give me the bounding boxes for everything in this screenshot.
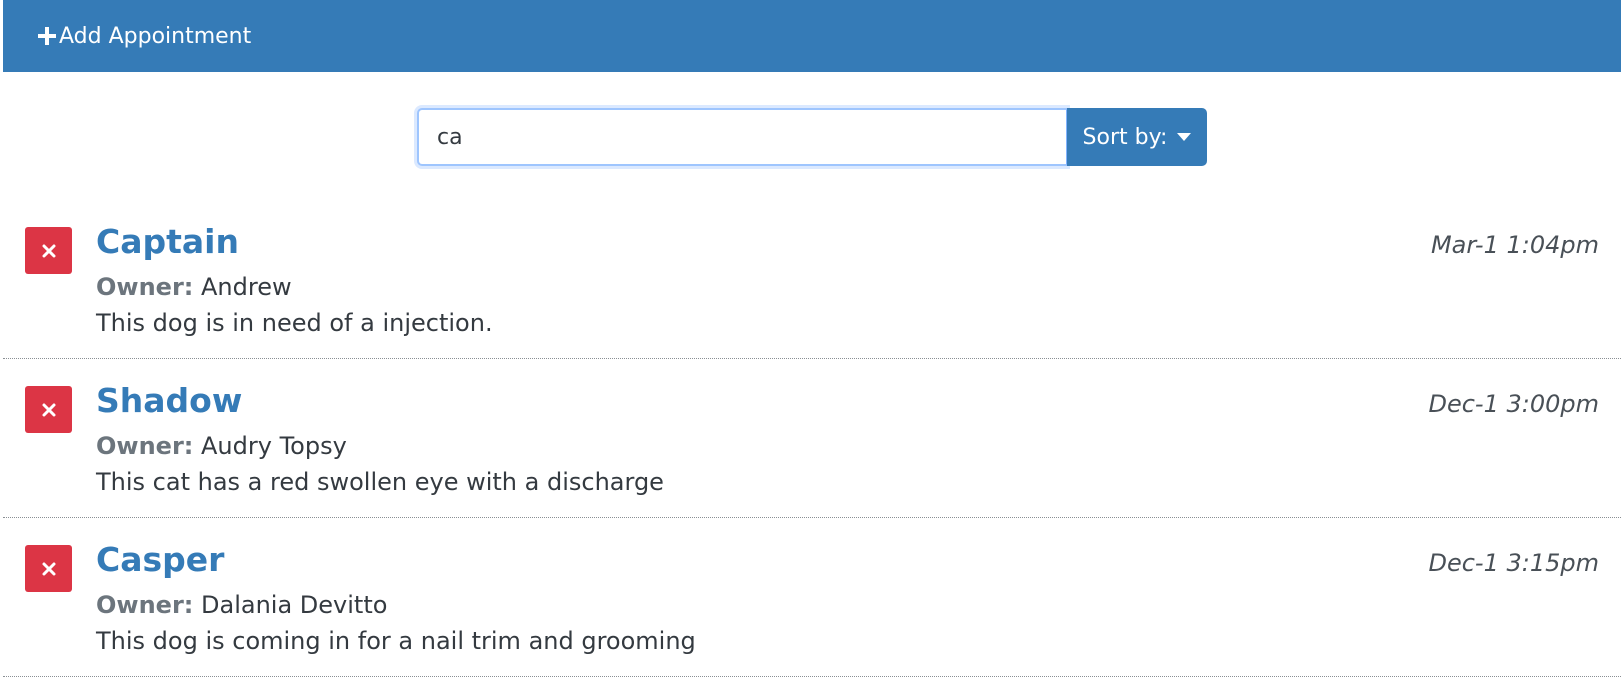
search-sort-group: Sort by: [417, 108, 1207, 166]
times-icon [42, 244, 55, 257]
add-appointment-label: Add Appointment [59, 23, 252, 49]
times-icon [42, 403, 55, 416]
delete-appointment-button[interactable] [25, 545, 72, 592]
owner-label: Owner: [96, 591, 194, 619]
owner-name: Dalania Devitto [201, 591, 388, 619]
pet-name[interactable]: Casper [96, 540, 224, 580]
sort-by-button[interactable]: Sort by: [1067, 108, 1207, 166]
delete-appointment-button[interactable] [25, 386, 72, 433]
owner-line: Owner: Dalania Devitto [96, 590, 387, 620]
appointment-notes: This cat has a red swollen eye with a di… [96, 468, 664, 496]
plus-icon [37, 26, 57, 46]
appointment-date: Dec-1 3:15pm [1428, 549, 1599, 577]
appointment-date: Dec-1 3:00pm [1428, 390, 1599, 418]
search-input[interactable] [417, 108, 1067, 166]
owner-line: Owner: Andrew [96, 272, 292, 302]
owner-name: Audry Topsy [201, 432, 347, 460]
add-appointment-bar[interactable]: Add Appointment [3, 0, 1621, 72]
owner-name: Andrew [201, 273, 292, 301]
appointment-item: Captain Mar-1 1:04pm Owner: Andrew This … [3, 200, 1621, 359]
appointment-item: Shadow Dec-1 3:00pm Owner: Audry Topsy T… [3, 359, 1621, 518]
appointment-notes: This dog is coming in for a nail trim an… [96, 627, 696, 655]
pet-name[interactable]: Shadow [96, 381, 242, 421]
pet-name[interactable]: Captain [96, 222, 239, 262]
owner-label: Owner: [96, 432, 194, 460]
times-icon [42, 562, 55, 575]
appointment-list: Captain Mar-1 1:04pm Owner: Andrew This … [3, 200, 1621, 677]
appointment-item: Casper Dec-1 3:15pm Owner: Dalania Devit… [3, 518, 1621, 677]
delete-appointment-button[interactable] [25, 227, 72, 274]
appointment-date: Mar-1 1:04pm [1430, 231, 1599, 259]
caret-down-icon [1177, 133, 1192, 141]
owner-label: Owner: [96, 273, 194, 301]
appointment-notes: This dog is in need of a injection. [96, 309, 493, 337]
owner-line: Owner: Audry Topsy [96, 431, 347, 461]
sort-by-label: Sort by: [1082, 124, 1168, 150]
